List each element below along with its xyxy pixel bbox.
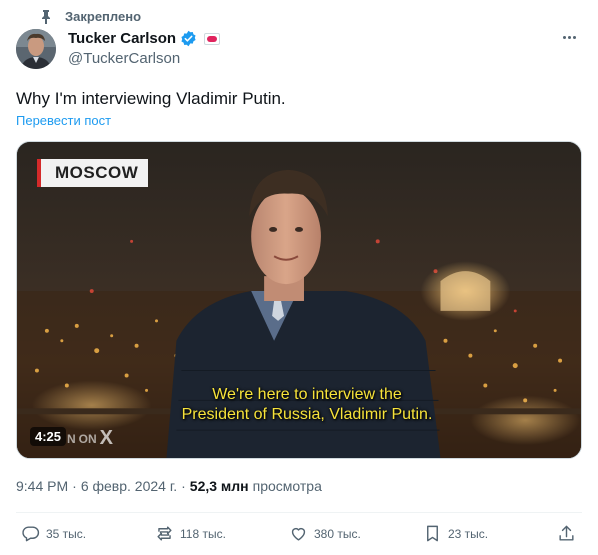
tweet-time[interactable]: 9:44 PM [16,478,68,494]
author-handle[interactable]: @TuckerCarlson [68,50,180,67]
avatar[interactable] [16,29,56,69]
like-count: 380 тыс. [314,526,361,541]
translate-post-link[interactable]: Перевести пост [16,113,111,128]
watermark-on: ON [78,431,97,446]
affiliation-badge-icon[interactable] [204,32,221,45]
pinned-indicator: Закреплено [40,9,141,24]
repost-button[interactable]: 118 тыс. [155,524,226,543]
reply-count: 35 тыс. [46,526,87,541]
watermark-text: N [67,431,76,446]
meta-separator: · [181,478,186,494]
share-button[interactable] [557,524,576,543]
meta-separator: · [72,478,77,494]
reply-button[interactable]: 35 тыс. [21,524,86,543]
repost-icon [157,526,172,541]
pin-icon [42,9,50,24]
location-tag: MOSCOW [37,159,149,187]
video-subtitle: We're here to interview the President of… [127,385,487,425]
repost-count: 118 тыс. [180,526,226,541]
like-button[interactable]: 380 тыс. [289,524,361,543]
video-duration: 4:25 [30,427,67,446]
bookmark-icon [427,525,438,542]
verified-badge-icon[interactable] [180,30,197,47]
tweet-text: Why I'm interviewing Vladimir Putin. [16,89,286,108]
author-display-name[interactable]: Tucker Carlson [68,30,176,47]
tweet-date[interactable]: 6 февр. 2024 г. [81,478,177,494]
more-options-icon[interactable] [563,36,576,39]
reply-icon [22,526,40,542]
bookmark-button[interactable]: 23 тыс. [423,524,488,543]
divider [16,512,582,513]
views-count: 52,3 млн [189,478,249,494]
video-watermark: N ON X [67,427,113,450]
heart-icon [291,527,306,541]
share-icon [559,525,574,541]
action-bar: 35 тыс. 118 тыс. 380 тыс. 23 тыс. [0,524,598,548]
pinned-label: Закреплено [65,9,142,24]
views-label: просмотра [252,478,322,494]
video-player[interactable]: MOSCOW We're here to interview the Presi… [16,141,582,459]
x-logo-icon: X [99,427,114,449]
tweet-meta: 9:44 PM · 6 февр. 2024 г. · 52,3 млн про… [16,478,322,494]
author-name-row: Tucker Carlson [68,30,221,47]
subtitle-line-2: President of Russia, Vladimir Putin. [181,406,433,423]
subtitle-line-1: We're here to interview the [212,386,402,403]
bookmark-count: 23 тыс. [448,526,489,541]
